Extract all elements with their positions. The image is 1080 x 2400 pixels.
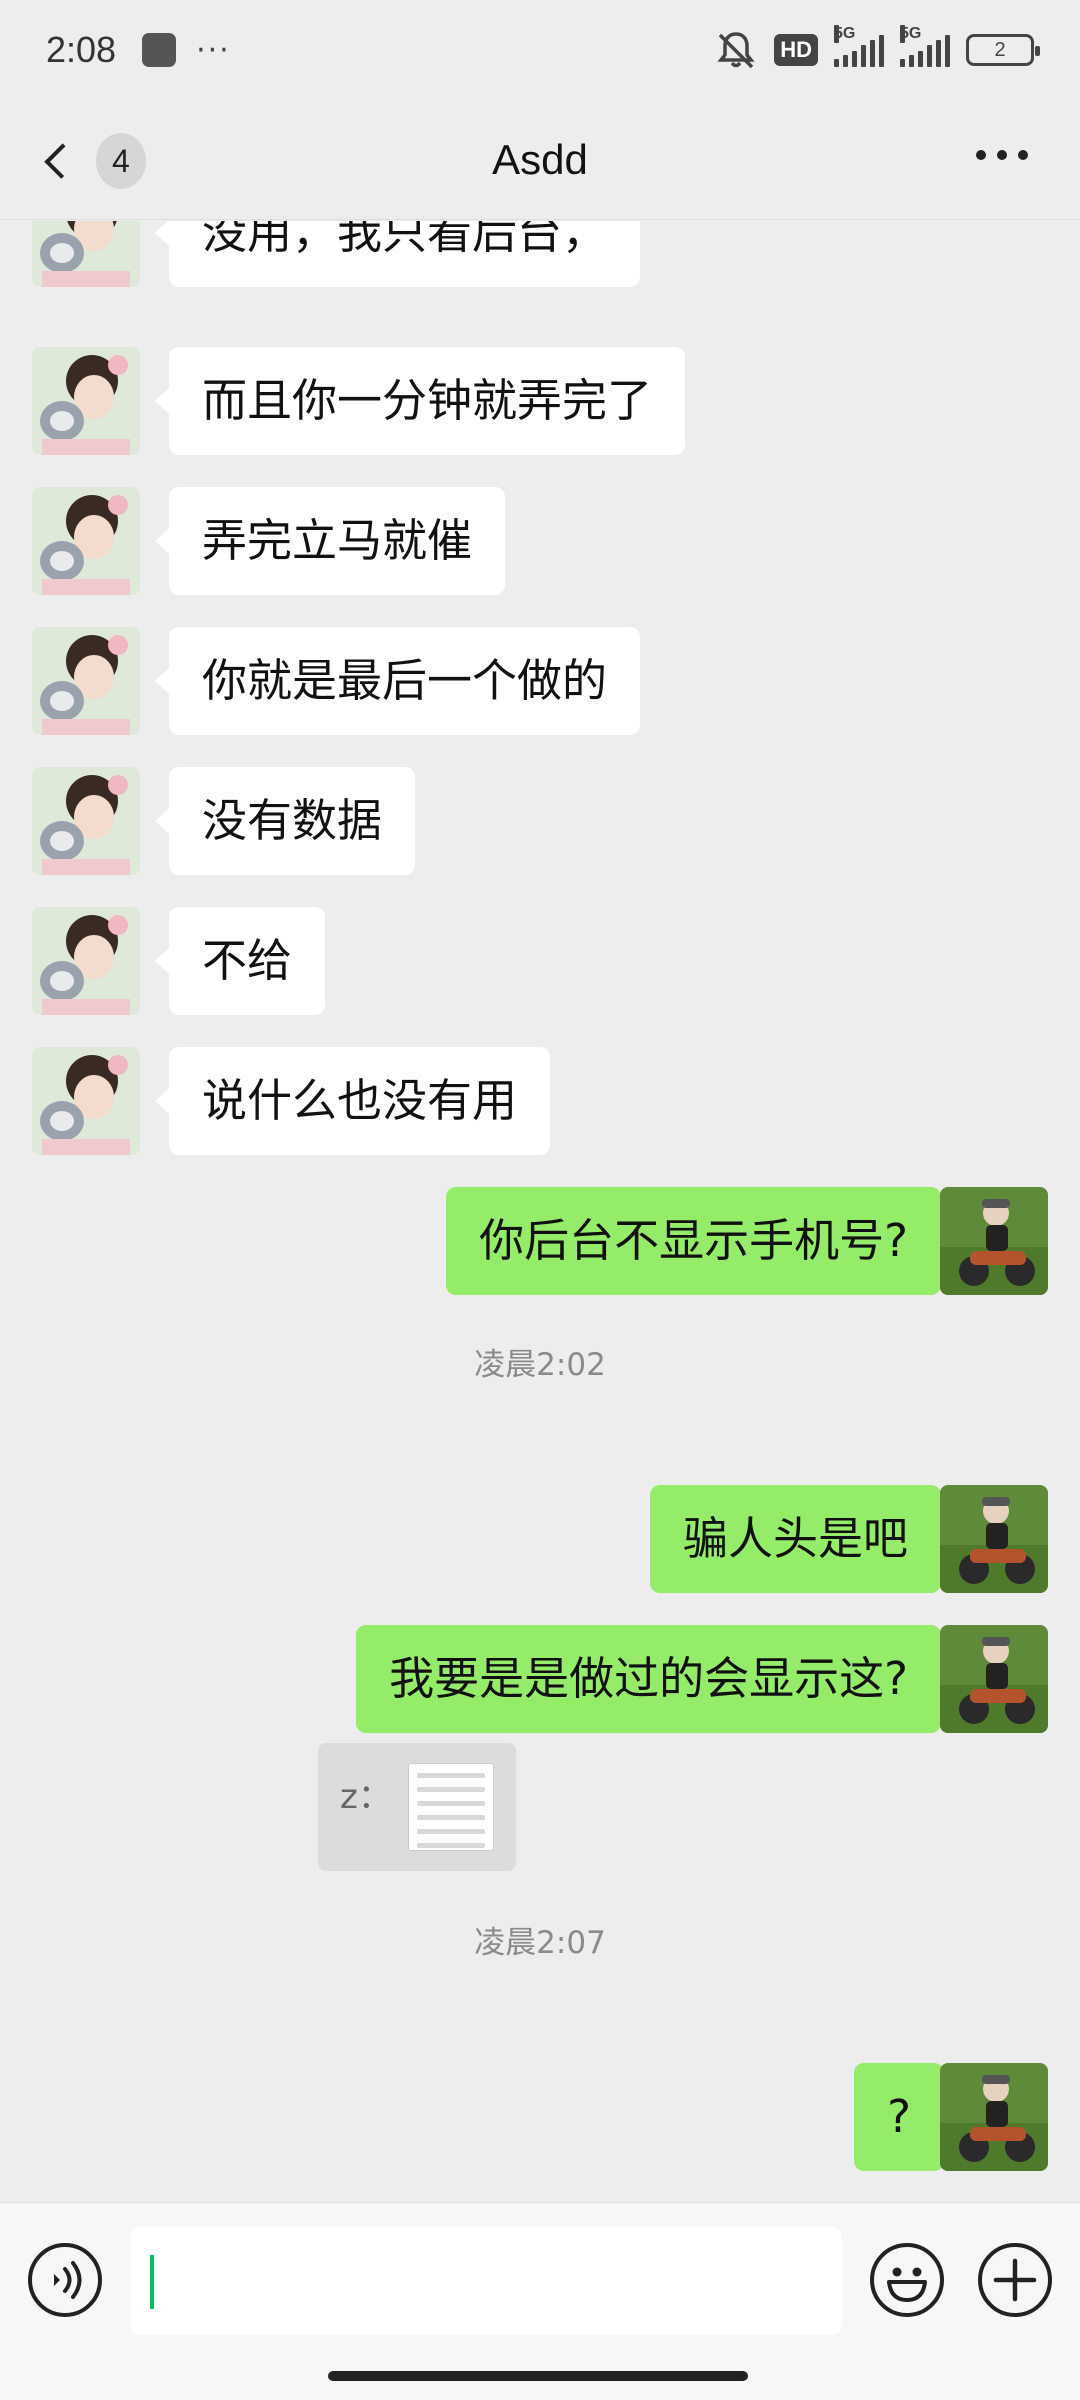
incoming-message[interactable]: 你就是最后一个做的 [154,627,641,735]
outgoing-message[interactable]: 我要是是做过的会显示这? [356,1625,955,1733]
my-avatar[interactable] [940,1187,1048,1295]
signal-1-icon: 5G [834,25,884,67]
outgoing-message[interactable]: 你后台不显示手机号? [446,1187,955,1295]
home-indicator[interactable] [328,2371,748,2381]
incoming-message[interactable]: 没用，我只看后台， [154,221,641,287]
status-time: 2:08 [46,29,117,70]
text-caret [150,2255,154,2309]
emoji-button[interactable] [870,2243,944,2317]
voice-button[interactable] [28,2243,102,2317]
signal-2-icon: 5G [900,25,950,67]
message-timestamp: 凌晨2:02 [474,1347,606,1383]
chat-header: Asdd 4 [0,100,1080,220]
incoming-message[interactable]: 没有数据 [154,767,416,875]
outgoing-message[interactable]: ? [854,2063,958,2171]
more-notifications-icon: ··· [196,32,231,68]
chat-title: Asdd [492,135,588,183]
more-functions-button[interactable] [978,2243,1052,2317]
more-options-button[interactable] [976,150,1028,160]
contact-avatar[interactable] [32,627,140,735]
contact-avatar[interactable] [32,221,140,287]
quoted-screenshot-thumbnail [408,1763,494,1851]
more-dot [1018,150,1028,160]
battery-level: 2 [994,38,1006,61]
incoming-message[interactable]: 说什么也没有用 [154,1047,551,1155]
chat-input-bar [0,2202,1080,2400]
mute-bell-icon [717,32,755,69]
voice-icon [54,2261,82,2299]
status-bar: 2:08 ··· HD 5G 5G 2 [0,0,1080,100]
more-dot [976,150,986,160]
my-avatar[interactable] [940,2063,1048,2171]
message-list[interactable]: 没用，我只看后台， 而且你一分钟就弄完了 弄完立马就催 你就是最后一个做的 没有… [0,221,1080,2201]
contact-avatar[interactable] [32,907,140,1015]
chevron-left-icon [44,143,80,179]
contact-avatar[interactable] [32,487,140,595]
contact-avatar[interactable] [32,767,140,875]
message-timestamp: 凌晨2:07 [474,1925,606,1961]
plus-icon [993,2258,1037,2302]
message-input[interactable] [130,2227,842,2335]
more-dot [997,150,1007,160]
my-avatar[interactable] [940,1485,1048,1593]
my-avatar[interactable] [940,1625,1048,1733]
status-indicators: HD 5G 5G 2 [714,25,1040,70]
signal-2-label: 5G [900,25,922,43]
unread-count-badge: 4 [95,133,146,189]
hd-badge: HD [774,34,818,66]
incoming-message[interactable]: 而且你一分钟就弄完了 [154,347,686,455]
contact-avatar[interactable] [32,1047,140,1155]
app-notification-icon [142,33,177,67]
incoming-message[interactable]: 不给 [154,907,326,1015]
battery-icon: 2 [966,34,1040,66]
outgoing-message[interactable]: 骗人头是吧 [649,1485,956,1593]
quote-sender: z： [340,1777,392,1817]
signal-1-label: 5G [834,25,856,43]
quoted-message[interactable]: z： [318,1743,516,1871]
contact-avatar[interactable] [32,347,140,455]
back-button[interactable]: 4 [36,132,146,190]
incoming-message[interactable]: 弄完立马就催 [154,487,506,595]
smiley-icon [887,2267,927,2302]
